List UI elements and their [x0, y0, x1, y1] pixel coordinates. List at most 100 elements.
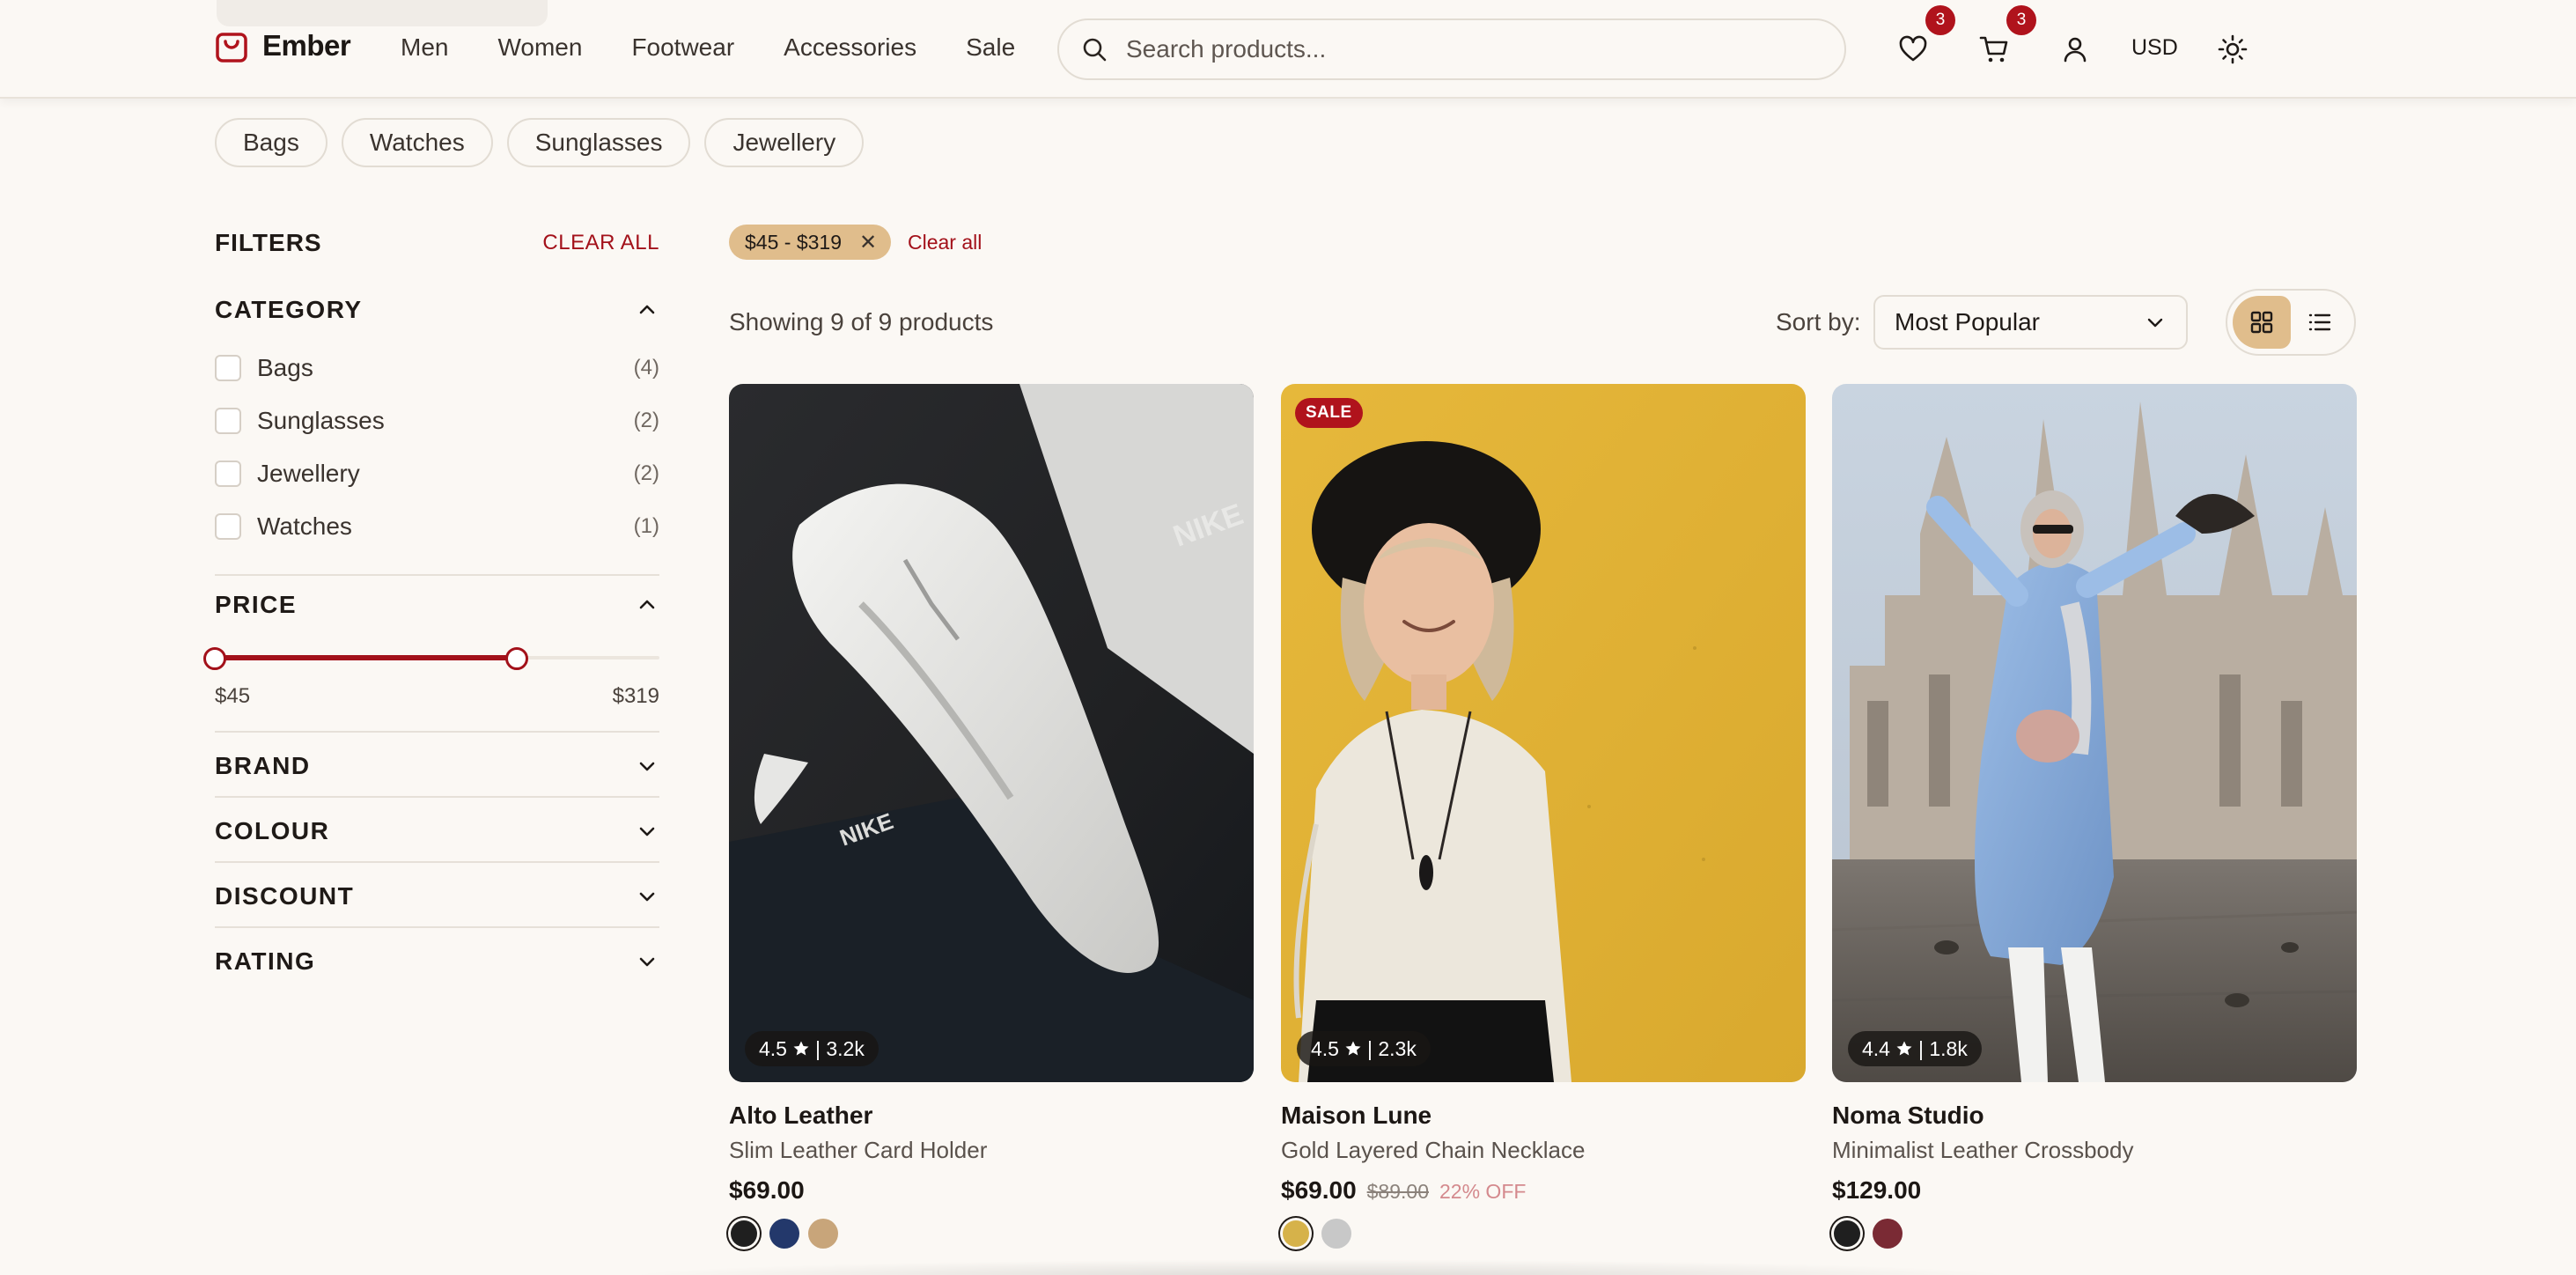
brand-section-title: BRAND: [215, 752, 311, 779]
swatch-burgundy[interactable]: [1873, 1219, 1903, 1249]
slider-handle-min[interactable]: [203, 647, 226, 670]
star-icon: [793, 1041, 809, 1056]
swatch-black[interactable]: [731, 1220, 757, 1247]
rating-pill: 4.5 | 3.2k: [745, 1031, 879, 1066]
search-input[interactable]: [1126, 35, 1795, 63]
sun-icon: [2218, 34, 2248, 64]
category-section-title: CATEGORY: [215, 296, 363, 323]
clear-all-filters-button[interactable]: CLEAR ALL: [542, 231, 659, 255]
swatch-black[interactable]: [1834, 1220, 1860, 1247]
search-icon: [1083, 38, 1107, 62]
swatch-navy[interactable]: [769, 1219, 799, 1249]
active-filter-label: $45 - $319: [745, 230, 842, 254]
price-row: $69.00 $89.00 22% OFF: [1281, 1176, 1806, 1205]
list-icon: [2308, 313, 2331, 331]
product-name[interactable]: Minimalist Leather Crossbody: [1832, 1137, 2357, 1164]
chevron-down-icon: [2147, 318, 2163, 328]
category-label: Watches: [257, 512, 352, 540]
brand-filter-section[interactable]: BRAND: [215, 752, 659, 780]
divider: [215, 861, 659, 863]
category-option-bags[interactable]: Bags (4): [215, 342, 659, 394]
list-view-button[interactable]: [2291, 296, 2349, 349]
cart-button[interactable]: 3: [1978, 5, 2036, 65]
checkbox[interactable]: [215, 355, 241, 381]
grid-view-button[interactable]: [2233, 296, 2291, 349]
search-bar[interactable]: [1057, 18, 1846, 80]
category-option-jewellery[interactable]: Jewellery (2): [215, 447, 659, 500]
checkbox[interactable]: [215, 513, 241, 540]
original-price: $89.00: [1366, 1180, 1429, 1203]
review-count: | 3.2k: [814, 1036, 865, 1060]
color-swatches: [1832, 1219, 2357, 1249]
review-count: | 2.3k: [1366, 1036, 1417, 1060]
category-option-watches[interactable]: Watches (1): [215, 500, 659, 553]
brand-logo-link[interactable]: Ember: [215, 28, 351, 63]
nav-accessories[interactable]: Accessories: [784, 33, 916, 62]
product-image-woman-cathedral[interactable]: 4.4 | 1.8k: [1832, 384, 2357, 1082]
slider-fill: [215, 655, 518, 660]
cart-icon: [1979, 36, 2008, 63]
wishlist-button[interactable]: 3: [1897, 5, 1955, 65]
currency-selector[interactable]: USD: [2131, 35, 2178, 61]
nav-sale[interactable]: Sale: [966, 33, 1015, 62]
review-count: | 1.8k: [1917, 1036, 1968, 1060]
swatch-silver[interactable]: [1321, 1219, 1351, 1249]
category-filter-section: CATEGORY Bags (4) Sunglasses (2) Jewelle…: [215, 296, 659, 553]
nav-women[interactable]: Women: [497, 33, 582, 62]
chip-bags[interactable]: Bags: [215, 118, 328, 167]
active-filter-chip[interactable]: $45 - $319 ✕: [729, 225, 892, 260]
bottom-shadow: [616, 1259, 2025, 1275]
product-card[interactable]: 4.4 | 1.8k Noma Studio Minimalist Leathe…: [1832, 384, 2357, 1249]
colour-section-title: COLOUR: [215, 817, 330, 844]
product-card[interactable]: SALE 4.5 | 2.3k Maison Lune Gold Layered…: [1281, 384, 1806, 1249]
checkbox[interactable]: [215, 461, 241, 487]
product-card[interactable]: NIKE NIKE 4.5 | 3.2k Alto Leather Slim L…: [729, 384, 1254, 1249]
price-row: $69.00: [729, 1176, 1254, 1205]
rating-filter-section[interactable]: RATING: [215, 947, 659, 976]
chip-sunglasses[interactable]: Sunglasses: [506, 118, 691, 167]
view-toggle: [2226, 289, 2356, 356]
swatch-gold[interactable]: [1283, 1220, 1309, 1247]
swatch-tan[interactable]: [808, 1219, 838, 1249]
divider: [215, 574, 659, 576]
price-section-toggle[interactable]: PRICE: [215, 591, 659, 619]
rating-pill: 4.4 | 1.8k: [1848, 1031, 1982, 1066]
sort-selected-value: Most Popular: [1895, 308, 2040, 335]
slider-handle-max[interactable]: [505, 647, 529, 670]
user-icon: [2064, 37, 2087, 63]
theme-toggle-button[interactable]: [2217, 33, 2248, 65]
chevron-down-icon: [639, 957, 655, 967]
category-list: Bags (4) Sunglasses (2) Jewellery (2) Wa…: [215, 342, 659, 553]
brand-name: Ember: [262, 29, 351, 62]
checkbox[interactable]: [215, 408, 241, 434]
product-image-woman-yellow[interactable]: SALE 4.5 | 2.3k: [1281, 384, 1806, 1082]
nav-men[interactable]: Men: [401, 33, 448, 62]
sort-dropdown[interactable]: Most Popular: [1873, 295, 2188, 350]
close-icon[interactable]: ✕: [859, 230, 877, 255]
price-row: $129.00: [1832, 1176, 2357, 1205]
sort-label: Sort by:: [1776, 308, 1861, 335]
divider: [215, 926, 659, 928]
product-name[interactable]: Slim Leather Card Holder: [729, 1137, 1254, 1164]
product-brand: Alto Leather: [729, 1102, 873, 1129]
product-name[interactable]: Gold Layered Chain Necklace: [1281, 1137, 1806, 1164]
category-label: Jewellery: [257, 460, 360, 487]
clear-active-filters-link[interactable]: Clear all: [908, 231, 982, 254]
account-button[interactable]: [2059, 33, 2091, 65]
chip-watches[interactable]: Watches: [341, 118, 493, 167]
category-section-toggle[interactable]: CATEGORY: [215, 296, 659, 324]
chevron-down-icon: [639, 827, 655, 836]
header-ghost-shape: [217, 0, 548, 26]
category-label: Bags: [257, 354, 313, 381]
price-range-slider[interactable]: [203, 645, 659, 670]
color-swatches: [729, 1219, 1254, 1249]
main-nav: Men Women Footwear Accessories Sale: [401, 33, 1064, 62]
wishlist-count-badge: 3: [1925, 5, 1955, 35]
discount-filter-section[interactable]: DISCOUNT: [215, 882, 659, 910]
category-option-sunglasses[interactable]: Sunglasses (2): [215, 394, 659, 447]
chip-jewellery[interactable]: Jewellery: [704, 118, 865, 167]
product-brand: Noma Studio: [1832, 1102, 1984, 1129]
nav-footwear[interactable]: Footwear: [631, 33, 734, 62]
product-image-white-sneaker[interactable]: NIKE NIKE 4.5 | 3.2k: [729, 384, 1254, 1082]
colour-filter-section[interactable]: COLOUR: [215, 817, 659, 845]
